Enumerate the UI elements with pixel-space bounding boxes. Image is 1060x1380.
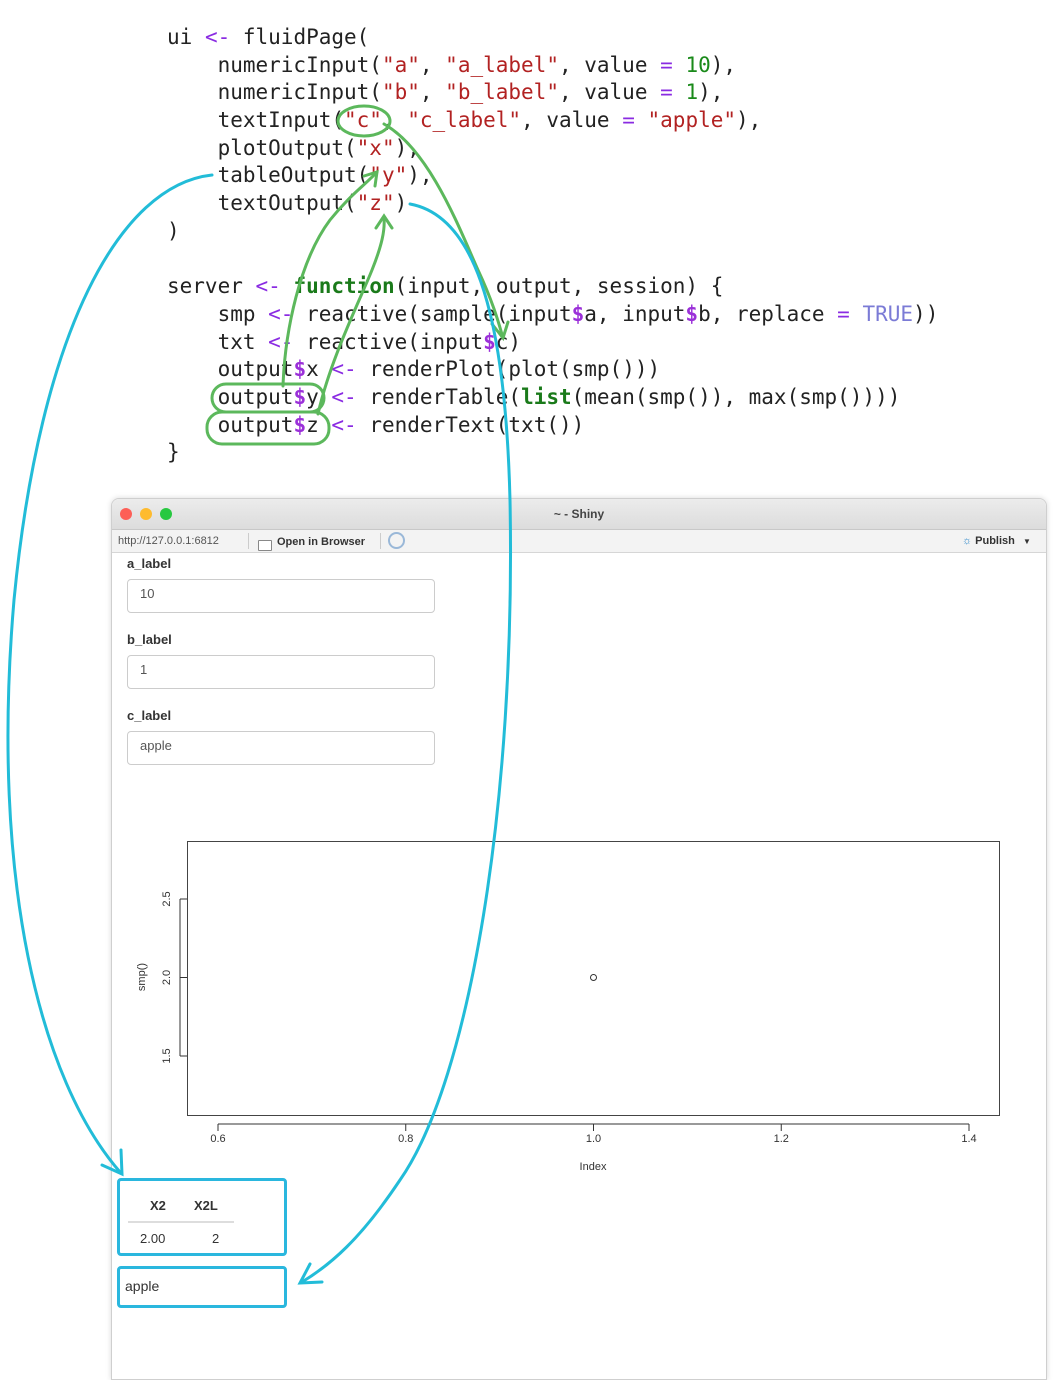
green-arrow-output-z-to-z [316, 216, 386, 416]
green-highlight-output-y [210, 382, 326, 414]
green-arrow-output-y-to-y [281, 170, 379, 388]
green-arrow-c-to-input-c [382, 122, 505, 340]
green-highlight-output-z [205, 410, 331, 446]
green-highlight-c [336, 104, 392, 138]
cyan-arrow-table-output [6, 173, 214, 1174]
annotation-overlay [6, 104, 512, 1285]
